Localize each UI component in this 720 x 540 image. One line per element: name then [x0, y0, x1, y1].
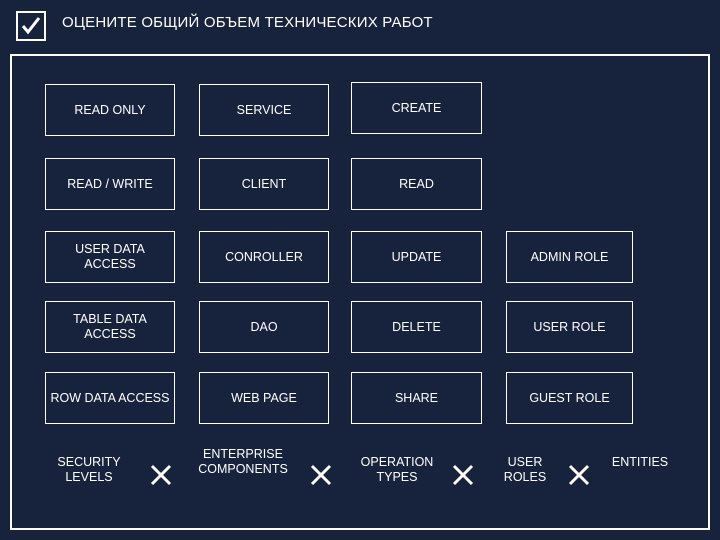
cell-component-service[interactable]: SERVICE: [199, 84, 329, 136]
cell-component-dao[interactable]: DAO: [199, 301, 329, 353]
label-enterprise-components: ENTERPRISE COMPONENTS: [198, 447, 288, 476]
cell-operation-read[interactable]: READ: [351, 158, 482, 210]
cell-role-admin[interactable]: ADMIN ROLE: [506, 231, 633, 283]
checkbox-checked-icon: [16, 11, 46, 41]
cell-role-guest[interactable]: GUEST ROLE: [506, 372, 633, 424]
cell-operation-create[interactable]: CREATE: [351, 82, 482, 134]
cell-security-row-data-access[interactable]: ROW DATA ACCESS: [45, 372, 175, 424]
multiply-icon-4: [566, 462, 592, 488]
label-operation-types: OPERATION TYPES: [360, 455, 434, 484]
multiply-icon-3: [450, 462, 476, 488]
cell-component-conroller[interactable]: CONROLLER: [199, 231, 329, 283]
cell-operation-update[interactable]: UPDATE: [351, 231, 482, 283]
multiply-icon-2: [308, 462, 334, 488]
cell-operation-delete[interactable]: DELETE: [351, 301, 482, 353]
cell-role-user[interactable]: USER ROLE: [506, 301, 633, 353]
cell-component-client[interactable]: CLIENT: [199, 158, 329, 210]
page-title: ОЦЕНИТЕ ОБЩИЙ ОБЪЕМ ТЕХНИЧЕСКИХ РАБОТ: [62, 14, 433, 31]
label-security-levels: SECURITY LEVELS: [57, 455, 121, 484]
label-user-roles: USER ROLES: [503, 455, 547, 484]
slide-header: ОЦЕНИТЕ ОБЩИЙ ОБЪЕМ ТЕХНИЧЕСКИХ РАБОТ: [0, 0, 720, 48]
slide: ОЦЕНИТЕ ОБЩИЙ ОБЪЕМ ТЕХНИЧЕСКИХ РАБОТ RE…: [0, 0, 720, 540]
cell-security-table-data-access[interactable]: TABLE DATA ACCESS: [45, 301, 175, 353]
multiply-icon-1: [148, 462, 174, 488]
cell-security-user-data-access[interactable]: USER DATA ACCESS: [45, 231, 175, 283]
cell-operation-share[interactable]: SHARE: [351, 372, 482, 424]
cell-security-read-only[interactable]: READ ONLY: [45, 84, 175, 136]
cell-component-web-page[interactable]: WEB PAGE: [199, 372, 329, 424]
label-entities: ENTITIES: [611, 455, 669, 469]
cell-security-read-write[interactable]: READ / WRITE: [45, 158, 175, 210]
